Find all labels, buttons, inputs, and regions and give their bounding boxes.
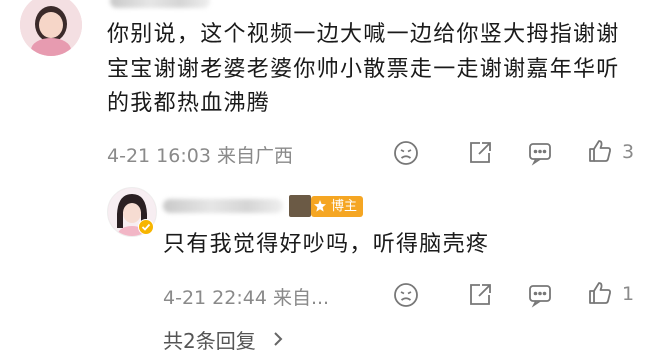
dislike-icon[interactable]: [393, 140, 419, 166]
like-icon[interactable]: [587, 138, 613, 164]
reply-dislike-icon[interactable]: [393, 282, 419, 308]
badge-image: [289, 195, 311, 217]
comment-icon[interactable]: [527, 140, 553, 166]
comment-timestamp: 4-21 16:03: [107, 145, 211, 167]
comment-time: 4-21 16:03 来自广西: [107, 141, 293, 168]
replier-name-blurred[interactable]: [163, 199, 283, 213]
share-icon[interactable]: [467, 140, 493, 166]
reply-like-count: 1: [622, 283, 635, 305]
view-more-replies-link[interactable]: 共2条回复: [163, 325, 256, 354]
author-badge-icon: [314, 200, 326, 212]
reply-share-icon[interactable]: [467, 282, 493, 308]
author-badge-label: 博主: [331, 199, 358, 214]
chevron-right-icon[interactable]: [272, 331, 284, 347]
like-count: 3: [622, 141, 635, 163]
reply-text: 只有我觉得好吵吗，听得脑壳疼: [163, 232, 490, 257]
reply-comment-icon[interactable]: [527, 282, 553, 308]
reply-time: 4-21 22:44 来自...: [163, 283, 329, 310]
comment-location: 来自广西: [216, 145, 293, 167]
commenter-avatar[interactable]: [20, 0, 82, 56]
commenter-name-blurred[interactable]: [110, 0, 210, 8]
comment-text: 你别说，这个视频一边大喊一边给你竖大拇指谢谢宝宝谢谢老婆老婆你帅小散票走一走谢谢…: [107, 22, 620, 116]
reply-timestamp: 4-21 22:44: [163, 287, 267, 309]
verified-icon: [138, 219, 154, 235]
reply-location: 来自...: [272, 287, 330, 309]
reply-like-icon[interactable]: [587, 280, 613, 306]
